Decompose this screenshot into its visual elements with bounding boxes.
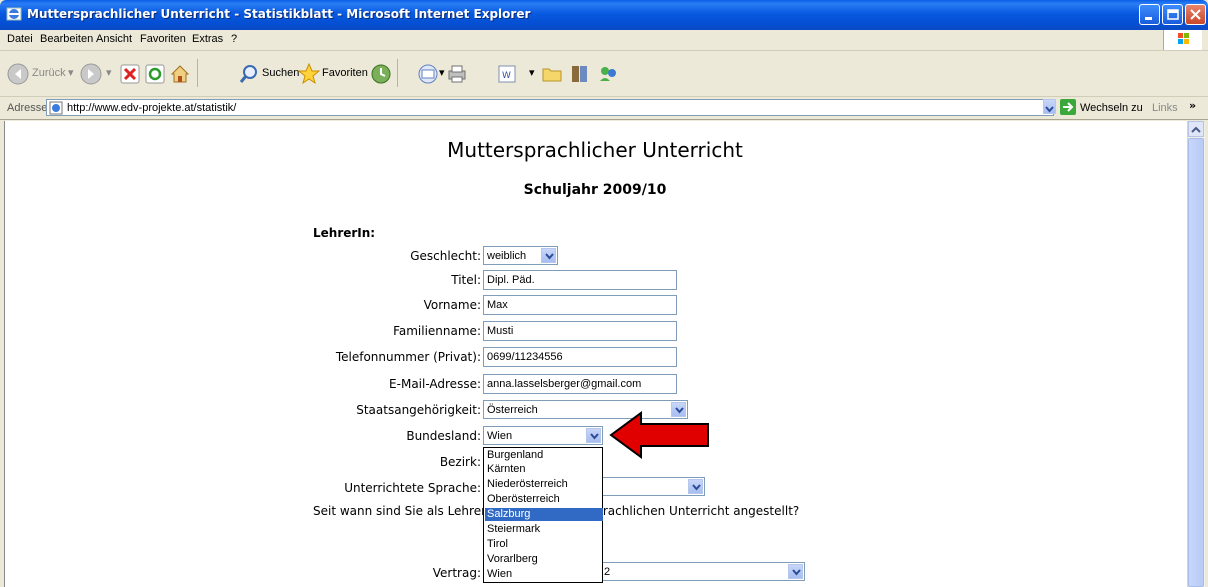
mail-dropdown-icon[interactable]: ▾ xyxy=(439,66,445,79)
stop-icon[interactable] xyxy=(120,64,140,84)
close-icon xyxy=(1190,9,1201,20)
chevron-down-icon[interactable] xyxy=(788,564,803,579)
toolbar-separator xyxy=(197,59,198,87)
refresh-icon[interactable] xyxy=(145,64,165,84)
history-icon[interactable] xyxy=(370,63,392,85)
titel-label: Titel: xyxy=(451,273,481,287)
staat-value: Österreich xyxy=(487,404,538,416)
favorites-button[interactable]: Favoriten xyxy=(322,67,368,79)
dropdown-option[interactable]: Kärnten xyxy=(485,463,603,476)
dropdown-option[interactable]: Tirol xyxy=(485,538,603,551)
staat-label: Staatsangehörigkeit: xyxy=(356,403,481,417)
sprache-label: Unterrichtete Sprache: xyxy=(344,481,481,495)
vorname-field[interactable]: Max xyxy=(483,295,677,315)
title-bar: Muttersprachlicher Unterricht - Statisti… xyxy=(0,0,1208,30)
minimize-button[interactable] xyxy=(1139,4,1160,25)
edit-dropdown-icon[interactable]: ▾ xyxy=(529,66,535,79)
dropdown-option[interactable]: Niederösterreich xyxy=(485,478,603,491)
page-subtitle: Schuljahr 2009/10 xyxy=(523,182,667,198)
go-arrow-icon[interactable] xyxy=(1060,99,1076,115)
chevron-down-icon[interactable] xyxy=(586,428,601,443)
telefon-label: Telefonnummer (Privat): xyxy=(335,350,481,364)
scroll-up-arrow-icon xyxy=(1191,126,1201,133)
telefon-field[interactable]: 0699/11234556 xyxy=(483,347,677,367)
menu-favoriten[interactable]: Favoriten xyxy=(140,33,186,45)
forward-dropdown-icon[interactable]: ▾ xyxy=(106,66,112,79)
menu-ansicht[interactable]: Ansicht xyxy=(96,33,132,45)
email-field[interactable]: anna.lasselsberger@gmail.com xyxy=(483,374,677,394)
mail-icon[interactable] xyxy=(417,63,439,85)
search-icon[interactable] xyxy=(238,63,260,85)
favorites-star-icon[interactable] xyxy=(297,62,321,86)
menu-bearbeiten[interactable]: Bearbeiten xyxy=(40,33,93,45)
section-heading: LehrerIn: xyxy=(313,226,376,240)
close-button[interactable] xyxy=(1185,4,1206,25)
home-icon[interactable] xyxy=(169,63,191,85)
bundesland-select[interactable]: Wien xyxy=(483,426,603,445)
address-url: http://www.edv-projekte.at/statistik/ xyxy=(67,102,237,114)
chevron-right-icon[interactable]: » xyxy=(1189,99,1196,112)
research-icon[interactable] xyxy=(569,63,591,85)
geschlecht-value: weiblich xyxy=(487,250,527,262)
svg-text:W: W xyxy=(502,71,511,81)
search-button[interactable]: Suchen xyxy=(262,67,299,79)
chevron-down-icon[interactable] xyxy=(688,479,703,494)
page-title: Muttersprachlicher Unterricht xyxy=(447,138,743,162)
forward-arrow-icon[interactable] xyxy=(80,63,102,85)
address-label: Adresse xyxy=(7,102,48,114)
familienname-field[interactable]: Musti xyxy=(483,321,677,341)
toolbar: Zurück ▾ ▾ Suchen Favoriten ▾ W ▾ xyxy=(0,51,1208,97)
windows-flag-icon xyxy=(1178,33,1189,44)
windows-logo xyxy=(1163,30,1202,50)
edit-word-icon[interactable]: W xyxy=(497,64,517,84)
familienname-label: Familienname: xyxy=(393,324,481,338)
dropdown-option-highlighted[interactable]: Salzburg xyxy=(485,508,603,522)
back-arrow-icon[interactable] xyxy=(7,63,29,85)
vertrag-label: Vertrag: xyxy=(432,566,481,580)
toolbar-separator xyxy=(397,59,398,87)
chevron-down-icon xyxy=(1045,106,1054,113)
menu-help[interactable]: ? xyxy=(231,33,237,45)
scroll-up-button[interactable] xyxy=(1188,121,1204,137)
print-icon[interactable] xyxy=(446,63,468,85)
minimize-icon xyxy=(1145,17,1152,20)
back-dropdown-icon[interactable]: ▾ xyxy=(68,66,74,79)
links-button[interactable]: Links xyxy=(1152,102,1178,114)
vorname-label: Vorname: xyxy=(423,298,481,312)
titel-field[interactable]: Dipl. Päd. xyxy=(483,270,677,290)
dropdown-option[interactable]: Steiermark xyxy=(485,523,603,536)
maximize-button[interactable] xyxy=(1162,4,1183,25)
dropdown-option[interactable]: Wien xyxy=(485,568,603,581)
red-arrow-icon xyxy=(609,411,709,459)
page-icon xyxy=(49,101,63,115)
geschlecht-label: Geschlecht: xyxy=(410,249,481,263)
bundesland-value: Wien xyxy=(487,430,513,442)
messenger-icon[interactable] xyxy=(597,63,619,85)
dropdown-option[interactable]: Oberösterreich xyxy=(485,493,603,506)
address-bar: Adresse http://www.edv-projekte.at/stati… xyxy=(0,97,1208,120)
bundesland-label: Bundesland: xyxy=(406,429,481,443)
address-dropdown-button[interactable] xyxy=(1043,99,1056,114)
browser-window: Muttersprachlicher Unterricht - Statisti… xyxy=(0,0,1208,587)
geschlecht-select[interactable]: weiblich xyxy=(483,246,558,265)
folder-icon[interactable] xyxy=(541,63,563,85)
dropdown-option[interactable]: Vorarlberg xyxy=(485,553,603,566)
email-label: E-Mail-Adresse: xyxy=(389,377,481,391)
dropdown-option[interactable]: Burgenland xyxy=(485,449,603,462)
vertrag-value: 2 xyxy=(604,566,611,578)
window-title: Muttersprachlicher Unterricht - Statisti… xyxy=(27,7,531,21)
scroll-thumb[interactable] xyxy=(1188,138,1204,587)
menu-datei[interactable]: Datei xyxy=(7,33,33,45)
chevron-down-icon[interactable] xyxy=(541,248,556,263)
address-input[interactable]: http://www.edv-projekte.at/statistik/ xyxy=(46,99,1054,116)
bundesland-dropdown-list[interactable]: Burgenland Kärnten Niederösterreich Ober… xyxy=(483,447,603,583)
ie-icon xyxy=(6,7,22,21)
bezirk-label: Bezirk: xyxy=(439,455,481,469)
go-button[interactable]: Wechseln zu xyxy=(1080,102,1143,114)
maximize-icon xyxy=(1167,9,1179,20)
back-label[interactable]: Zurück xyxy=(32,67,66,79)
menu-bar: Datei Bearbeiten Ansicht Favoriten Extra… xyxy=(0,30,1208,51)
menu-extras[interactable]: Extras xyxy=(192,33,223,45)
